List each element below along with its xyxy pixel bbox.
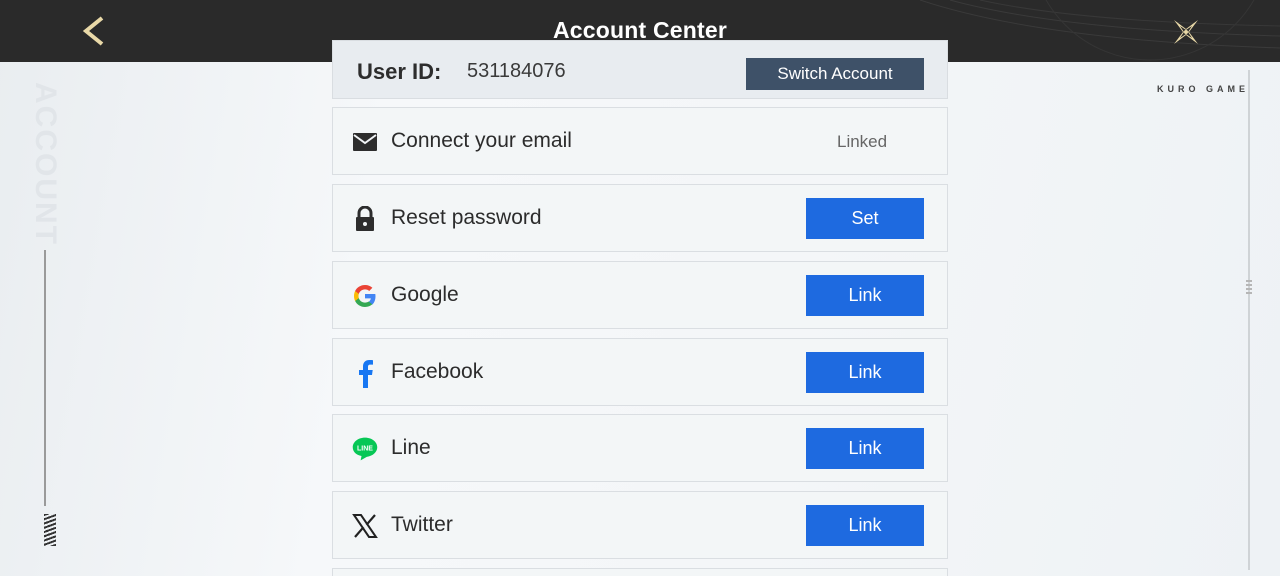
user-id-label: User ID: [357,59,442,84]
facebook-icon [351,359,379,388]
reset-password-label: Reset password [391,206,542,229]
email-row: Connect your email Linked [332,107,948,175]
side-vertical-text: ACCOUNT [29,82,62,246]
link-google-button[interactable]: Link [806,275,924,316]
facebook-label: Facebook [391,360,484,383]
side-stripes-decoration [44,514,56,546]
close-button[interactable] [1168,14,1204,50]
scroll-handle[interactable] [1246,280,1252,294]
x-twitter-icon [351,512,379,540]
email-label: Connect your email [391,129,572,152]
side-divider-line [44,250,46,506]
google-icon [351,282,379,310]
link-line-button[interactable]: Link [806,428,924,469]
right-divider-line [1248,70,1250,570]
next-row-partial [332,568,948,576]
google-label: Google [391,283,459,306]
link-facebook-button[interactable]: Link [806,352,924,393]
twitter-row: Twitter Link [332,491,948,559]
twitter-label: Twitter [391,513,453,536]
user-id-value: 531184076 [467,60,566,82]
close-x-icon [1174,20,1198,44]
line-label: Line [391,436,431,459]
line-row: LINE Line Link [332,414,948,482]
email-status: Linked [837,132,888,151]
brand-text: KURO GAME [1157,84,1249,94]
reset-password-row: Reset password Set [332,184,948,252]
user-id-row: User ID: 531184076 Switch Account [332,40,948,99]
set-password-button[interactable]: Set [806,198,924,239]
svg-text:LINE: LINE [357,445,373,452]
lock-icon [351,205,379,233]
google-row: Google Link [332,261,948,329]
switch-account-button[interactable]: Switch Account [746,58,924,90]
mail-icon [351,128,379,156]
line-icon: LINE [351,435,379,463]
facebook-row: Facebook Link [332,338,948,406]
link-twitter-button[interactable]: Link [806,505,924,546]
